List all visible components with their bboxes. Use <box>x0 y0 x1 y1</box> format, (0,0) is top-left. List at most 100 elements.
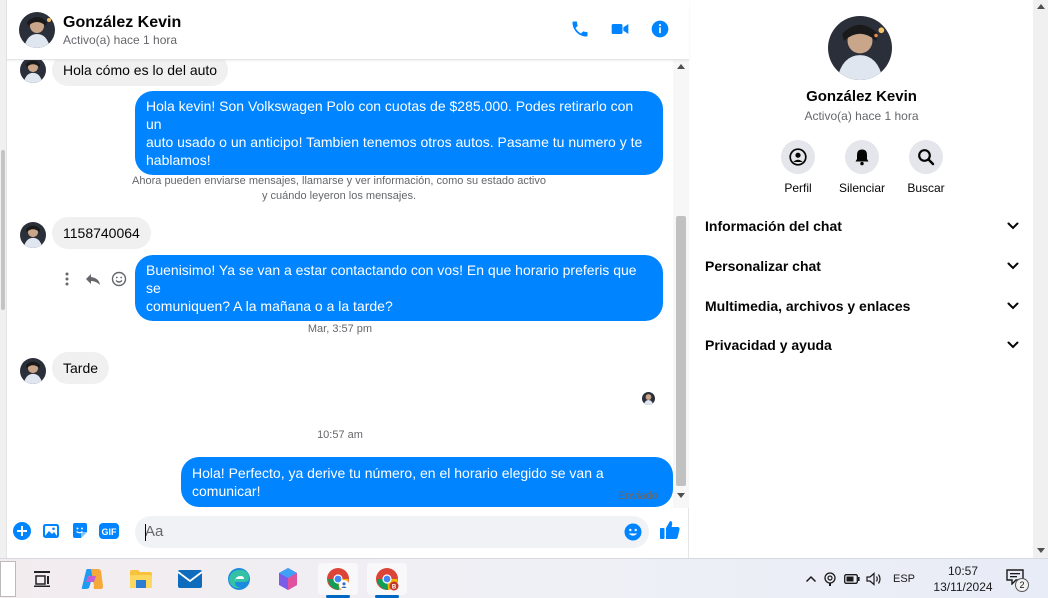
image-icon[interactable] <box>41 521 61 541</box>
react-emoji-icon[interactable] <box>111 271 127 287</box>
info-icon[interactable] <box>649 18 671 40</box>
message-text: Tarde <box>52 352 110 384</box>
message-list-scrollbar[interactable] <box>673 60 689 508</box>
clock-time: 10:57 <box>947 564 979 578</box>
message-input-box[interactable] <box>135 516 649 548</box>
phone-icon[interactable] <box>569 18 591 40</box>
message-input[interactable] <box>145 523 605 540</box>
show-hidden-icons-chevron-icon[interactable] <box>803 575 819 583</box>
incoming-message[interactable]: 1158740064 <box>52 217 151 249</box>
profile-action-silenciar[interactable]: Silenciar <box>834 140 890 195</box>
contact-status: Activo(a) hace 1 hora <box>63 33 178 47</box>
message-avatar[interactable] <box>20 222 46 248</box>
profile-action-buscar[interactable]: Buscar <box>898 140 954 195</box>
like-thumbs-up-icon[interactable] <box>659 519 681 541</box>
scroll-up-arrow[interactable] <box>677 64 685 69</box>
messenger-window: González Kevin Activo(a) hace 1 hora Hol… <box>0 0 1048 598</box>
system-tray: ESP <box>803 559 915 598</box>
input-language[interactable]: ESP <box>893 573 915 585</box>
notification-count-badge: 2 <box>1015 578 1029 592</box>
copilot-icon[interactable] <box>72 563 112 595</box>
emoji-picker-icon[interactable] <box>624 523 642 546</box>
scroll-down-arrow[interactable] <box>677 493 685 498</box>
left-scrollbar-thumb[interactable] <box>1 150 5 310</box>
contact-avatar[interactable] <box>19 12 55 48</box>
outgoing-message[interactable]: Hola! Perfecto, ya derive tu número, en … <box>181 457 673 507</box>
notification-center-icon[interactable]: 2 <box>1006 569 1029 592</box>
section-title: Privacidad y ayuda <box>705 337 832 353</box>
task-view-icon[interactable] <box>22 563 62 595</box>
outgoing-message[interactable]: Buenisimo! Ya se van a estar contactando… <box>135 255 663 321</box>
profile-avatar-large[interactable] <box>828 16 892 80</box>
chrome-profile-icon[interactable] <box>318 563 358 598</box>
chevron-down-icon[interactable] <box>1007 336 1019 354</box>
message-avatar[interactable] <box>20 60 46 83</box>
left-edge-scrollbar[interactable] <box>0 0 7 558</box>
sticker-icon[interactable] <box>70 521 90 541</box>
system-notice-line: y cuándo leyeron los mensajes. <box>261 190 417 202</box>
message-composer: GIF <box>7 512 689 552</box>
reply-icon[interactable] <box>85 271 101 287</box>
sent-status: Enviado <box>618 490 658 502</box>
bell-icon[interactable] <box>845 140 879 174</box>
profile-status: Activo(a) hace 1 hora <box>804 109 919 123</box>
seen-receipt-avatar <box>642 392 655 405</box>
video-camera-icon[interactable] <box>609 18 631 40</box>
message-line: comuniquen? A la mañana o a la tarde? <box>146 298 393 314</box>
message-avatar[interactable] <box>20 358 46 384</box>
taskbar-edge-window[interactable] <box>0 561 16 597</box>
incoming-message[interactable]: Hola cómo es lo del auto <box>52 60 229 86</box>
message-list[interactable]: Hola cómo es lo del auto Hola kevin! Son… <box>7 60 673 508</box>
gif-label: GIF <box>102 527 118 537</box>
section-customize-chat[interactable]: Personalizar chat <box>705 254 1019 278</box>
conversation-header: González Kevin Activo(a) hace 1 hora <box>7 0 689 60</box>
message-line: Hola kevin! Son Volkswagen Polo con cuot… <box>146 98 634 132</box>
text-caret <box>145 524 146 541</box>
search-icon[interactable] <box>909 140 943 174</box>
window-scrollbar[interactable] <box>1033 0 1048 558</box>
action-label: Perfil <box>784 181 812 195</box>
message-line: auto usado o un anticipo! Tambien tenemo… <box>146 134 643 150</box>
battery-icon[interactable] <box>841 574 863 584</box>
profile-action-perfil[interactable]: Perfil <box>770 140 826 195</box>
chevron-down-icon[interactable] <box>1007 217 1019 235</box>
section-chat-info[interactable]: Información del chat <box>705 214 1019 238</box>
profile-icon[interactable] <box>781 140 815 174</box>
timestamp-separator: 10:57 am <box>317 429 363 441</box>
file-explorer-icon[interactable] <box>121 563 161 595</box>
section-title: Información del chat <box>705 218 842 234</box>
edge-icon[interactable] <box>219 563 259 595</box>
incoming-message[interactable]: Tarde <box>52 352 110 384</box>
profile-actions: Perfil Silenciar Buscar <box>770 140 954 195</box>
message-text: Buenisimo! Ya se van a estar contactando… <box>135 255 663 321</box>
chevron-down-icon[interactable] <box>1007 257 1019 275</box>
conversation-info-panel: González Kevin Activo(a) hace 1 hora Per… <box>690 0 1033 558</box>
message-text: 1158740064 <box>52 217 151 249</box>
chrome-icon[interactable]: B <box>367 563 407 598</box>
mail-icon[interactable] <box>170 563 210 595</box>
section-media-files-links[interactable]: Multimedia, archivos y enlaces <box>705 294 1019 318</box>
microsoft365-icon[interactable] <box>268 563 308 595</box>
message-hover-actions <box>59 271 127 287</box>
gif-icon[interactable]: GIF <box>99 521 119 541</box>
chevron-down-icon[interactable] <box>1007 297 1019 315</box>
system-notice-line: Ahora pueden enviarse mensajes, llamarse… <box>132 175 546 187</box>
action-label: Silenciar <box>838 181 886 195</box>
message-text: Hola kevin! Son Volkswagen Polo con cuot… <box>135 91 663 175</box>
scroll-up-arrow[interactable] <box>1037 4 1045 9</box>
volume-icon[interactable] <box>863 572 885 586</box>
header-actions <box>569 18 671 40</box>
message-line: Buenisimo! Ya se van a estar contactando… <box>146 262 637 296</box>
location-privacy-icon[interactable] <box>819 571 841 587</box>
scroll-down-arrow[interactable] <box>1037 548 1045 553</box>
section-title: Personalizar chat <box>705 258 821 274</box>
more-options-icon[interactable] <box>59 271 75 287</box>
clock-date: 13/11/2024 <box>933 580 993 594</box>
scrollbar-thumb[interactable] <box>676 216 686 486</box>
contact-name[interactable]: González Kevin <box>63 14 181 32</box>
taskbar-clock[interactable]: 10:57 13/11/2024 <box>922 563 1004 595</box>
section-privacy-help[interactable]: Privacidad y ayuda <box>705 333 1019 357</box>
plus-circle-icon[interactable] <box>12 521 32 541</box>
message-text: Hola! Perfecto, ya derive tu número, en … <box>181 457 673 507</box>
outgoing-message[interactable]: Hola kevin! Son Volkswagen Polo con cuot… <box>135 91 663 175</box>
